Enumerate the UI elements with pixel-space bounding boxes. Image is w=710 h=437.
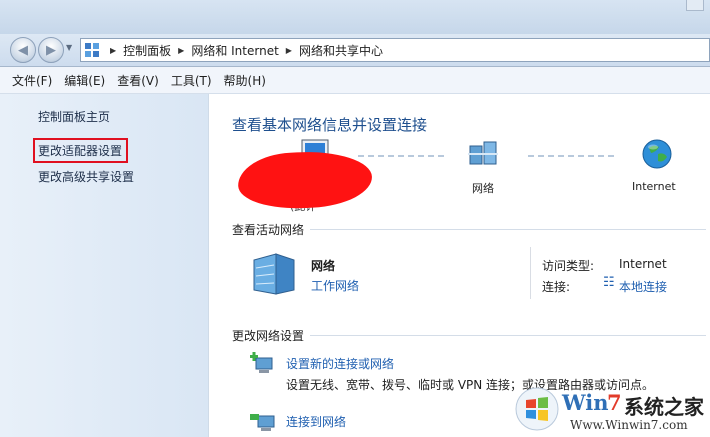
connection-label: 连接: — [542, 280, 571, 294]
chevron-right-icon: ▶ — [285, 45, 292, 55]
access-type-label: 访问类型: — [542, 259, 595, 273]
breadcrumb-network-internet[interactable]: 网络和 Internet — [191, 42, 278, 59]
breadcrumb-network-sharing-center[interactable]: 网络和共享中心 — [299, 42, 383, 59]
back-button[interactable]: ◀ — [10, 37, 36, 63]
network-type-link[interactable]: 工作网络 — [311, 277, 359, 294]
watermark-url: Www.Winwin7.com — [570, 418, 688, 432]
connect-network-icon — [250, 414, 275, 431]
watermark-brand-7: 7 — [607, 390, 622, 415]
menu-view[interactable]: 查看(V) — [117, 72, 159, 89]
connection-line — [358, 155, 444, 157]
window-control[interactable] — [686, 0, 704, 11]
menu-help[interactable]: 帮助(H) — [224, 72, 266, 89]
windows-logo — [515, 387, 559, 431]
active-network-name: 网络 — [311, 259, 336, 273]
chevron-right-icon: ▶ — [110, 45, 117, 55]
sidebar-item-change-advanced-sharing[interactable]: 更改高级共享设置 — [38, 168, 134, 185]
internet-node-label: Internet — [632, 180, 676, 193]
sidebar-item-control-panel-home[interactable]: 控制面板主页 — [38, 108, 110, 125]
section-divider — [310, 229, 706, 230]
network-icon — [468, 141, 498, 165]
network-node-label: 网络 — [472, 182, 494, 195]
change-settings-heading: 更改网络设置 — [232, 329, 305, 343]
forward-arrow-icon: ▶ — [46, 42, 56, 58]
highlight-annotation — [33, 138, 128, 163]
watermark-brand-win: Win — [562, 390, 609, 415]
history-dropdown-icon[interactable]: ▼ — [66, 43, 72, 52]
menu-edit[interactable]: 编辑(E) — [64, 72, 105, 89]
section-divider — [310, 335, 706, 336]
ethernet-icon: ☷ — [603, 275, 615, 290]
menu-file[interactable]: 文件(F) — [12, 72, 52, 89]
connect-network-link[interactable]: 连接到网络 — [286, 413, 346, 430]
window-title-bar — [0, 0, 710, 34]
chevron-right-icon: ▶ — [178, 45, 185, 55]
address-bar[interactable]: ▶ 控制面板 ▶ 网络和 Internet ▶ 网络和共享中心 — [80, 38, 710, 62]
access-type-value: Internet — [619, 257, 667, 271]
breadcrumb-control-panel[interactable]: 控制面板 — [123, 42, 171, 59]
control-panel-icon — [85, 43, 99, 57]
local-connection-link[interactable]: 本地连接 — [619, 278, 667, 295]
page-title: 查看基本网络信息并设置连接 — [232, 116, 428, 134]
back-arrow-icon: ◀ — [18, 42, 28, 58]
setup-connection-link[interactable]: 设置新的连接或网络 — [286, 355, 394, 372]
globe-icon — [642, 139, 672, 169]
menu-tools[interactable]: 工具(T) — [171, 72, 212, 89]
forward-button[interactable]: ▶ — [38, 37, 64, 63]
info-divider — [530, 247, 531, 299]
site-watermark: Win 7 系统之家 Www.Winwin7.com — [512, 382, 710, 437]
connection-line — [528, 155, 614, 157]
address-toolbar: ◀ ▶ ▼ ▶ 控制面板 ▶ 网络和 Internet ▶ 网络和共享中心 — [0, 34, 710, 67]
menu-bar: 文件(F) 编辑(E) 查看(V) 工具(T) 帮助(H) — [0, 67, 710, 94]
watermark-brand-cn: 系统之家 — [624, 395, 704, 419]
new-connection-icon — [250, 352, 273, 373]
active-networks-heading: 查看活动网络 — [232, 223, 305, 237]
network-building-icon — [253, 253, 295, 295]
